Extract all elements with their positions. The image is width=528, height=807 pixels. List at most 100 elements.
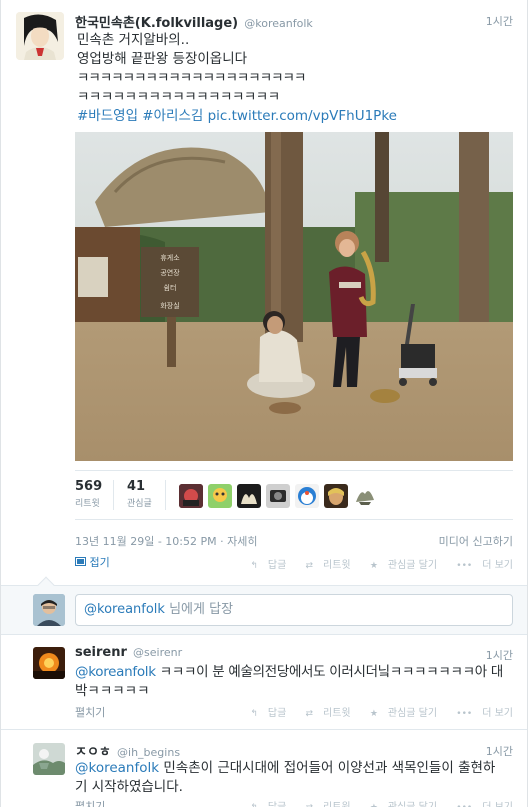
reply-actions: ↰ 답글 ⇄ 리트윗 ★ 관심글 달기 ••• 더 보기 (234, 798, 513, 807)
reply-action[interactable]: ↰ 답글 (242, 708, 286, 719)
reply-icon: ↰ (250, 803, 258, 807)
collapse-label: 접기 (89, 556, 110, 569)
retweet-count[interactable]: 569 리트윗 (75, 479, 102, 509)
reply-composer: @koreanfolk 님에게 답장 (1, 576, 527, 635)
reply-input[interactable]: @koreanfolk 님에게 답장 (75, 594, 513, 626)
tweet-line: ㅋㅋㅋㅋㅋㅋㅋㅋㅋㅋㅋㅋㅋㅋㅋㅋㅋ (77, 89, 280, 105)
favorite-action-label: 관심글 달기 (388, 802, 437, 807)
more-action-label: 더 보기 (482, 560, 513, 571)
hashtag-link[interactable]: #바드영입 (77, 108, 138, 124)
tweet-header: 한국민속촌(K.folkvillage) @koreanfolk 1시간 (75, 12, 513, 31)
retweet-icon: ⇄ (305, 803, 313, 807)
tweet-links: #바드영입 #아리스김 pic.twitter.com/vpVFhU1Pke (77, 107, 513, 126)
favoriter-avatar[interactable] (179, 484, 203, 508)
favoriter-avatar[interactable] (266, 484, 290, 508)
retweet-icon: ⇄ (305, 561, 314, 571)
user-avatar[interactable] (16, 12, 64, 60)
reply-line: @koreanfolk ㅋㅋㅋ이 분 예술의전당에서도 이러시더닠ㅋㅋㅋㅋㅋㅋㅋ… (75, 663, 515, 682)
report-media-link[interactable]: 미디어 신고하기 (439, 533, 513, 549)
retweet-action[interactable]: ⇄ 리트윗 (297, 560, 350, 571)
reply-action[interactable]: ↰ 답글 (242, 802, 286, 807)
reply-text: @koreanfolk 민속촌이 근대시대에 접어들어 이양선과 색목인들이 출… (75, 759, 515, 797)
favorite-action[interactable]: ★ 관심글 달기 (362, 708, 437, 719)
reply-mention-link[interactable]: @koreanfolk (75, 760, 159, 776)
favoriter-avatar[interactable] (353, 484, 377, 508)
retweet-icon: ⇄ (305, 709, 314, 719)
favorite-count[interactable]: 41 관심글 (127, 479, 152, 509)
more-action[interactable]: ••• 더 보기 (448, 708, 513, 719)
tweet-time[interactable]: 1시간 (486, 13, 513, 29)
reply-handle[interactable]: @seirenr (133, 646, 182, 659)
reply-handle[interactable]: @ih_begins (117, 746, 180, 759)
more-action-label: 더 보기 (482, 802, 513, 807)
media-icon (75, 556, 90, 569)
author-fullname[interactable]: 한국민속촌(K.folkvillage) (75, 16, 238, 31)
reply-avatar[interactable] (33, 743, 65, 775)
main-tweet: 한국민속촌(K.folkvillage) @koreanfolk 1시간 민속촌… (1, 0, 527, 585)
photo-sign: 휴게소 (160, 253, 180, 262)
more-dots-icon: ••• (456, 803, 472, 807)
favoriter-avatar[interactable] (324, 484, 348, 508)
photo-sign: 화장실 (160, 301, 179, 310)
stat-divider (113, 480, 114, 510)
favoriter-avatar[interactable] (237, 484, 261, 508)
tweet-timestamp: 13년 11월 29일 - 10:52 PM (75, 535, 217, 548)
retweet-count-label: 리트윗 (75, 499, 100, 509)
expand-button[interactable]: 펼치기 (75, 798, 105, 807)
expand-button[interactable]: 펼치기 (75, 704, 105, 720)
reply-icon: ↰ (250, 709, 258, 719)
retweet-action[interactable]: ⇄ 리트윗 (297, 708, 350, 719)
reply-line-text: ㅋㅋㅋ이 분 예술의전당에서도 이러시더닠ㅋㅋㅋㅋㅋㅋㅋ아 대 (155, 664, 504, 680)
reply-tweet[interactable]: ㅈㅇㅎ @ih_begins 1시간 @koreanfolk 민속촌이 근대시대… (1, 731, 527, 807)
tweet-text: 민속촌 거지알바의.. 영업방해 끝판왕 등장이옵니다 ㅋㅋㅋㅋㅋㅋㅋㅋㅋㅋㅋㅋ… (77, 31, 513, 126)
retweet-action-label: 리트윗 (323, 708, 351, 719)
detail-link[interactable]: 자세히 (227, 535, 257, 548)
favorite-action[interactable]: ★ 관심글 달기 (362, 802, 437, 807)
reply-action-label: 답글 (267, 560, 287, 571)
favorite-count-label: 관심글 (127, 499, 152, 509)
reply-placeholder: 님에게 답장 (169, 602, 234, 617)
more-dots-icon: ••• (456, 709, 473, 719)
reply-header: ㅈㅇㅎ @ih_begins 1시간 (75, 741, 513, 760)
reply-time[interactable]: 1시간 (486, 743, 513, 759)
reply-tweet[interactable]: seirenr @seirenr 1시간 @koreanfolk ㅋㅋㅋ이 분 … (1, 635, 527, 730)
favorite-action[interactable]: ★ 관심글 달기 (362, 560, 437, 571)
reply-time[interactable]: 1시간 (486, 647, 513, 663)
tweet-line: 영업방해 끝판왕 등장이옵니다 (77, 51, 248, 67)
tweet-photo[interactable]: 휴게소 공연장 쉼터 화장실 (75, 132, 513, 461)
reply-fullname[interactable]: ㅈㅇㅎ (75, 745, 111, 760)
author-handle[interactable]: @koreanfolk (244, 17, 313, 30)
tweet-line: ㅋㅋㅋㅋㅋㅋㅋㅋㅋㅋㅋㅋㅋㅋㅋㅋㅋㅋㅋㅋ (77, 70, 306, 86)
star-icon: ★ (369, 709, 378, 719)
collapse-button[interactable]: 접기 (75, 554, 110, 570)
more-dots-icon: ••• (456, 561, 473, 571)
retweet-action-label: 리트윗 (323, 802, 351, 807)
tweet-meta: 13년 11월 29일 - 10:52 PM · 자세히 미디어 신고하기 (75, 533, 513, 549)
reply-actions: ↰ 답글 ⇄ 리트윗 ★ 관심글 달기 ••• 더 보기 (234, 704, 513, 719)
my-avatar (33, 594, 65, 626)
reply-fullname[interactable]: seirenr (75, 645, 127, 660)
favoriter-avatar[interactable] (208, 484, 232, 508)
pic-link[interactable]: pic.twitter.com/vpVFhU1Pke (208, 108, 397, 124)
tweet-actions: ↰ 답글 ⇄ 리트윗 ★ 관심글 달기 ••• 더 보기 (234, 556, 513, 571)
more-action[interactable]: ••• 더 보기 (448, 802, 513, 807)
reply-avatar[interactable] (33, 647, 65, 679)
reply-line: 박ㅋㅋㅋㅋㅋ (75, 683, 150, 699)
tweet-stats: 569 리트윗 41 관심글 (75, 470, 513, 520)
reply-line-text: 민속촌이 근대시대에 접어들어 이양선과 색목인들이 출현하 (159, 760, 496, 776)
favorite-action-label: 관심글 달기 (387, 708, 438, 719)
reply-action-label: 답글 (268, 802, 286, 807)
favorite-count-value: 41 (127, 479, 146, 494)
reply-action[interactable]: ↰ 답글 (242, 560, 286, 571)
retweet-action-label: 리트윗 (323, 560, 351, 571)
reply-text: @koreanfolk ㅋㅋㅋ이 분 예술의전당에서도 이러시더닠ㅋㅋㅋㅋㅋㅋㅋ… (75, 663, 515, 701)
more-action[interactable]: ••• 더 보기 (448, 560, 513, 571)
favoriter-avatar[interactable] (295, 484, 319, 508)
retweet-action[interactable]: ⇄ 리트윗 (297, 802, 350, 807)
hashtag-link[interactable]: #아리스김 (142, 108, 203, 124)
reply-icon: ↰ (250, 561, 258, 571)
reply-mention-link[interactable]: @koreanfolk (75, 664, 156, 680)
reply-line: @koreanfolk 민속촌이 근대시대에 접어들어 이양선과 색목인들이 출… (75, 759, 515, 778)
retweet-count-value: 569 (75, 479, 103, 494)
reply-action-label: 답글 (267, 708, 287, 719)
